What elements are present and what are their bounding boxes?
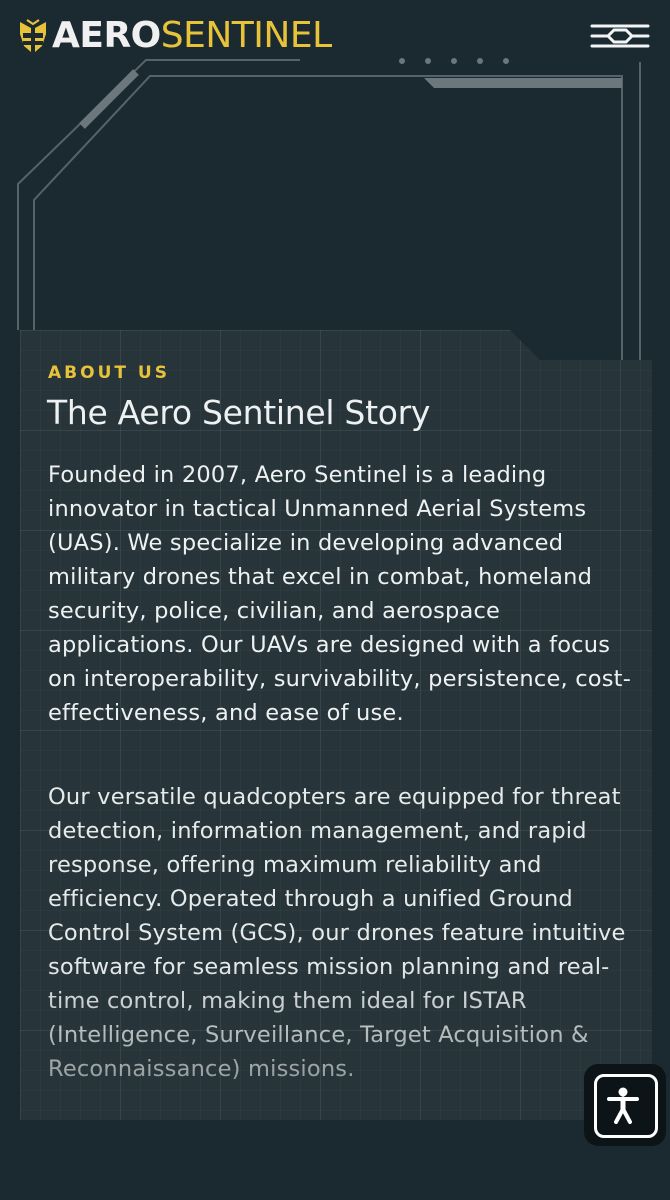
brand-name-part2: SENTINEL	[160, 15, 332, 56]
brand-mark-icon	[20, 19, 46, 52]
accessibility-button-frame	[594, 1074, 658, 1138]
accessibility-button[interactable]	[584, 1064, 666, 1146]
hamburger-menu-icon	[590, 24, 650, 48]
menu-button[interactable]	[586, 18, 654, 54]
section-title: The Aero Sentinel Story	[47, 393, 431, 432]
brand-name-part1: AERO	[52, 15, 161, 56]
about-paragraph-1: Founded in 2007, Aero Sentinel is a lead…	[48, 462, 632, 726]
accessibility-person-icon	[607, 1087, 639, 1124]
site-header: AEROSENTINEL	[0, 0, 670, 76]
brand-logo[interactable]: AEROSENTINEL	[18, 14, 332, 58]
section-eyebrow: ABOUT US	[48, 363, 170, 383]
about-paragraph-2: Our versatile quadcopters are equipped f…	[48, 784, 626, 1082]
